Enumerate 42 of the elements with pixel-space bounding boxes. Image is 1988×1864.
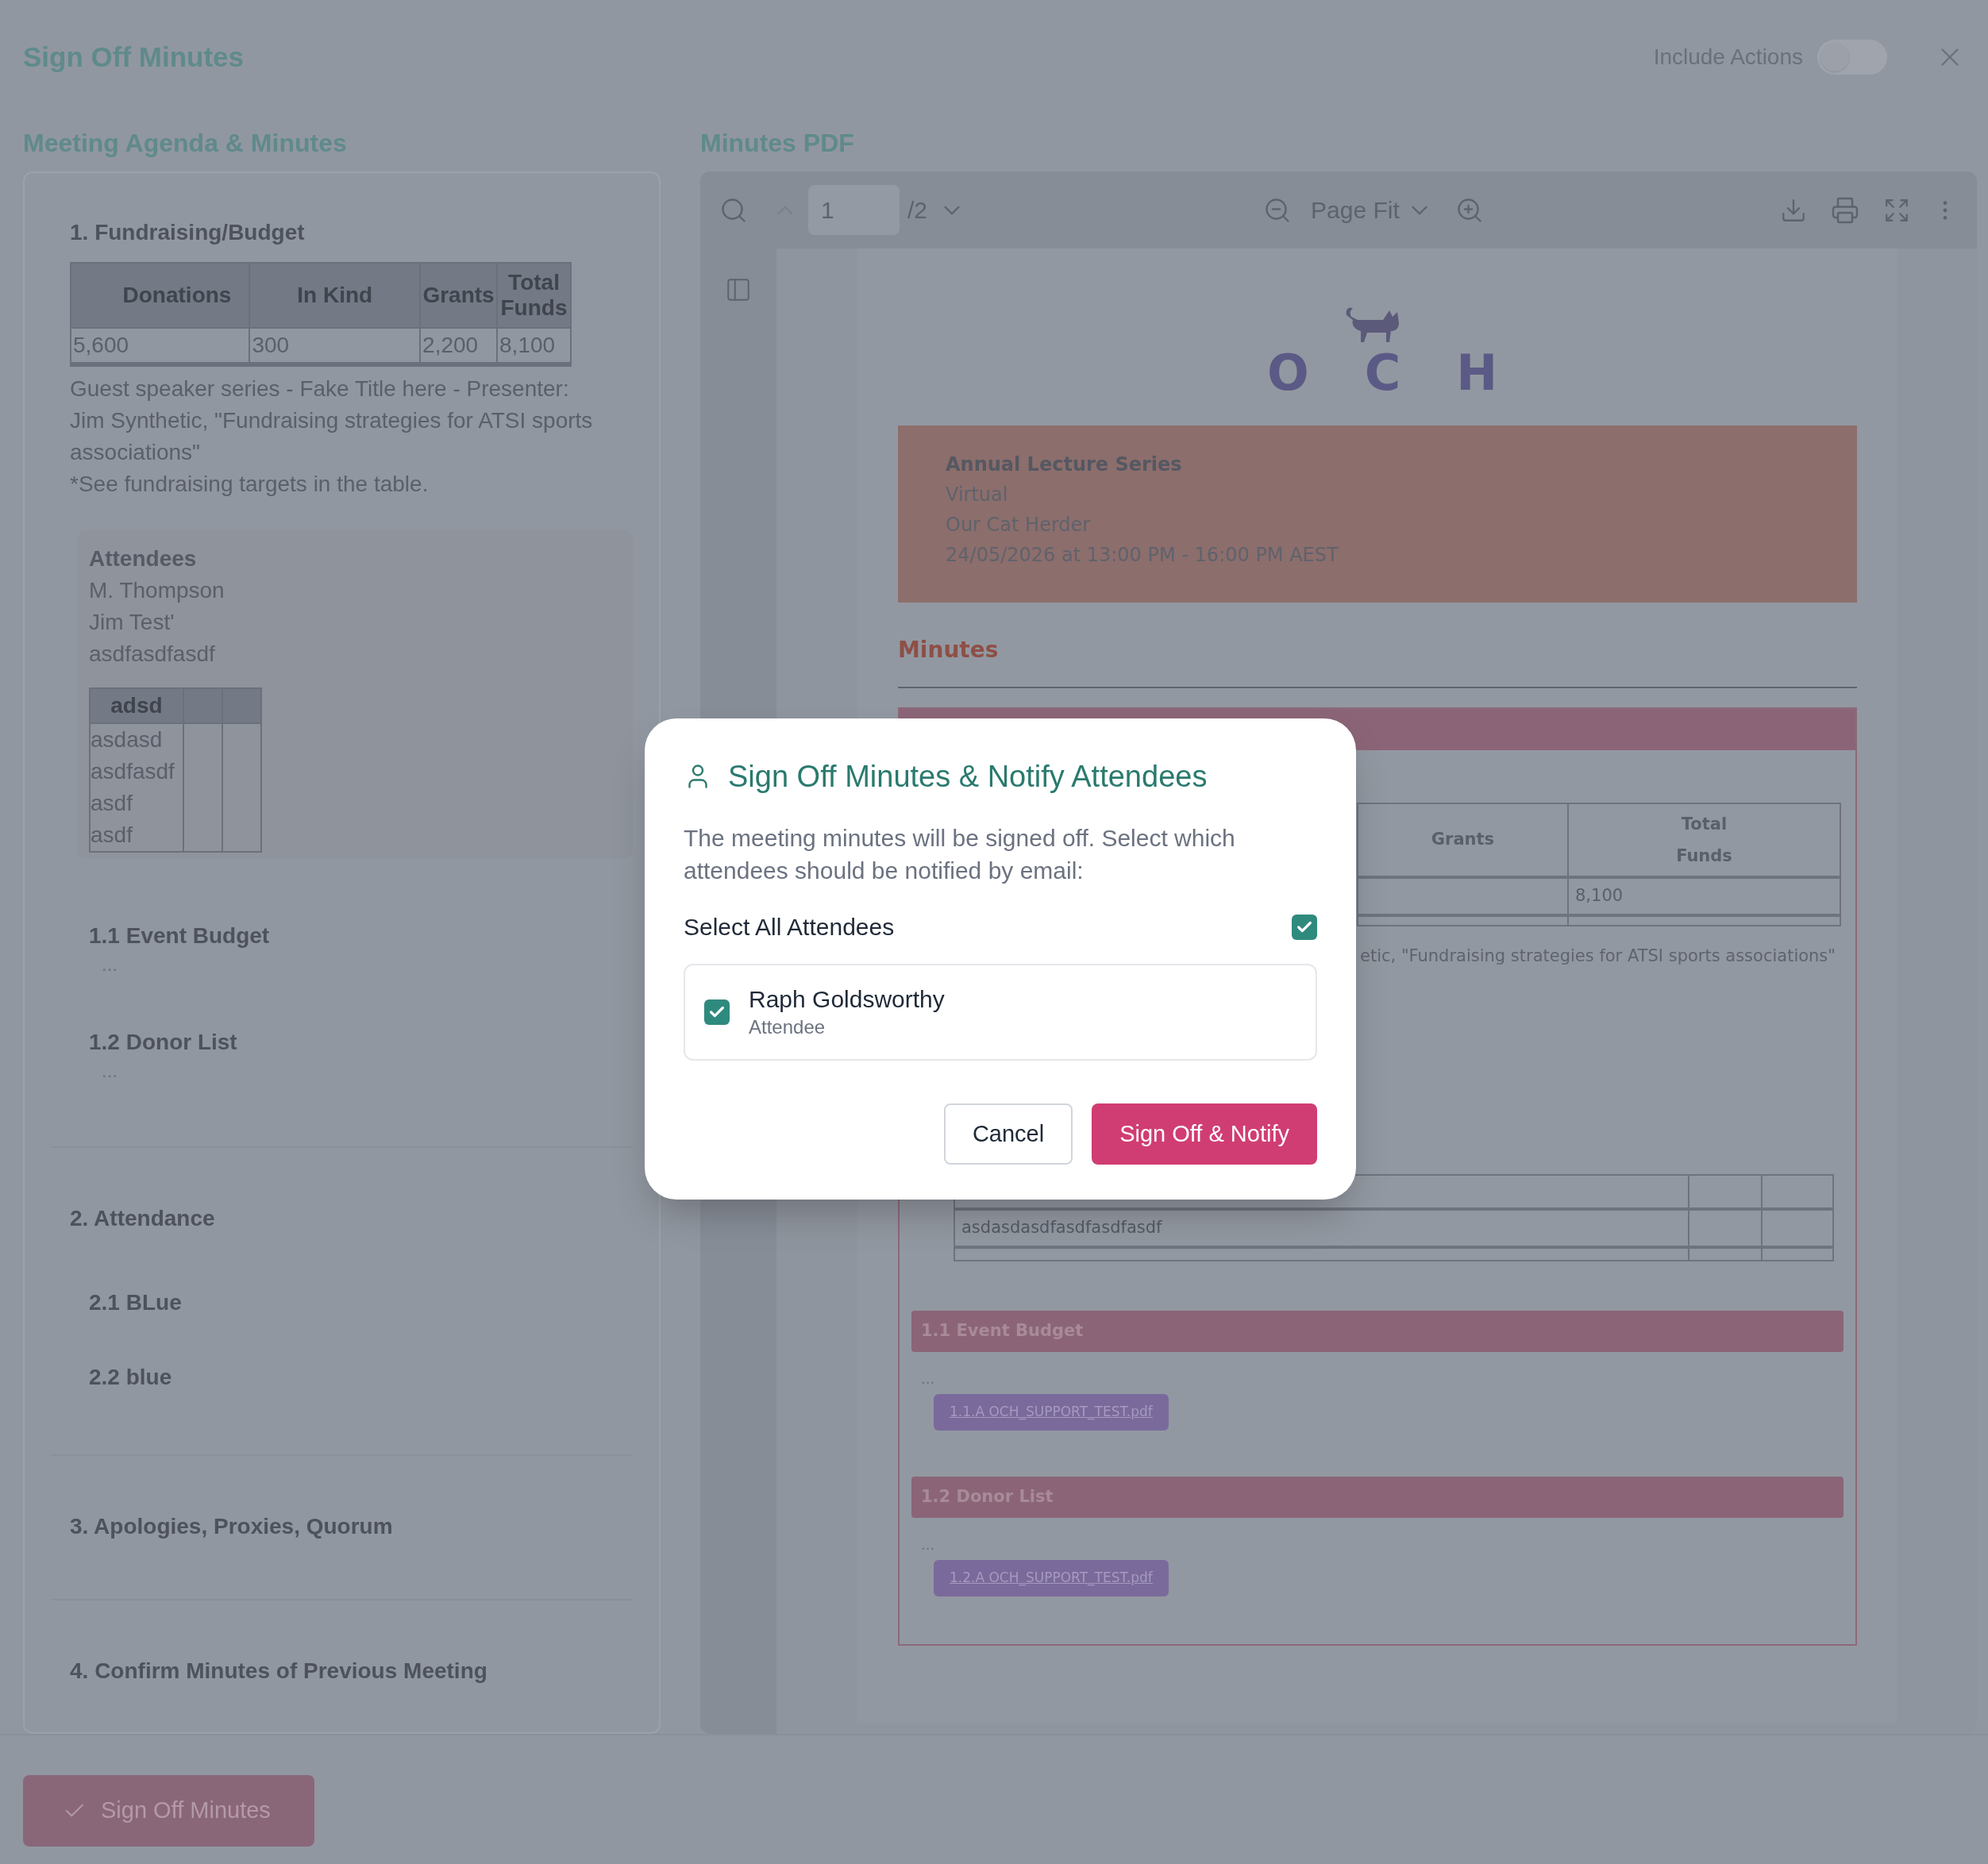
dialog-message: The meeting minutes will be signed off. Select which attendees should be notified by email:: [684, 824, 1236, 885]
subsection-title: 1.1 Event Budget: [89, 922, 271, 949]
section-title: 2. Attendance: [70, 1205, 216, 1232]
dialog-title: Sign Off Minutes & Notify Attendees: [728, 759, 1208, 795]
column-header: Grants: [420, 263, 498, 328]
subsection-body: ...: [101, 953, 118, 976]
print-icon[interactable]: [1831, 195, 1859, 225]
table-cell-text: asdasdasdfasdfasdfasdf: [961, 1216, 1163, 1238]
column-header: Total Funds: [497, 263, 571, 328]
table-cell: 8,100: [497, 328, 571, 364]
note-text: *See fundraising targets in the table.: [70, 471, 430, 498]
subsection-body: ...: [920, 1369, 936, 1388]
note-text: Guest speaker series - Fake Title here - Presenter: Jim Synthetic, "Fundraising strategies for ATSI sports associations": [70, 375, 594, 466]
column-header: Grants: [1430, 829, 1496, 851]
section-title: 4. Confirm Minutes of Previous Meeting: [70, 1658, 488, 1685]
column-header: In Kind: [249, 263, 421, 328]
column-header: adsd: [90, 688, 183, 723]
subsection-body: ...: [920, 1535, 936, 1554]
select-all-label: Select All Attendees: [684, 913, 895, 942]
table-cell: 5,600: [71, 328, 250, 364]
column-header: Total Funds: [1567, 804, 1840, 876]
column-header: Donations: [71, 263, 250, 328]
checkbox[interactable]: [1292, 914, 1317, 940]
attendee-name: Raph Goldsworthy: [749, 985, 945, 1014]
table-cell: 8,100: [1567, 879, 1840, 914]
table-cell: 2,200: [420, 328, 498, 364]
checkbox[interactable]: [704, 999, 730, 1025]
section-title: 1. Fundraising/Budget: [70, 219, 306, 246]
attendee-role: Attendee: [749, 1015, 826, 1039]
cancel-button[interactable]: Cancel: [943, 1103, 1073, 1165]
table-cell: 300: [249, 328, 421, 364]
logo-text: OCH: [1266, 349, 1554, 398]
sidebar-toggle-icon[interactable]: [725, 276, 752, 303]
attendees-heading: Attendees: [89, 545, 198, 572]
subsection-title: 2.2 blue: [89, 1364, 173, 1391]
subsection-title: 2.1 BLue: [89, 1289, 183, 1316]
section-title: 3. Apologies, Proxies, Quorum: [70, 1513, 394, 1540]
attendee-card[interactable]: Raph Goldsworthy Attendee: [684, 964, 1317, 1061]
subsection-body: ...: [101, 1059, 118, 1083]
minutes-heading: Minutes: [898, 636, 1000, 664]
subsection-title: 1.2 Donor List: [89, 1029, 238, 1056]
sign-off-notify-button[interactable]: Sign Off & Notify: [1092, 1103, 1317, 1165]
